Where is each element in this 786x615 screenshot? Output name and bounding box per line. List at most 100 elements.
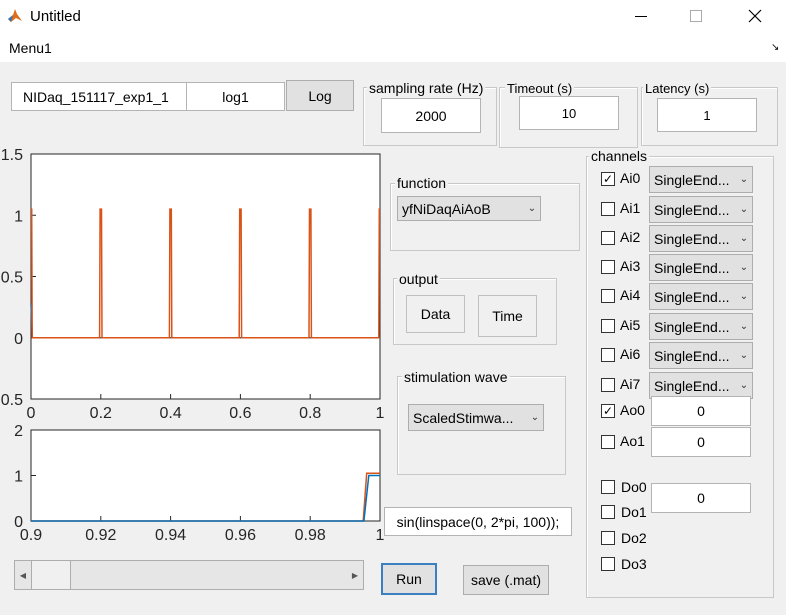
data-button[interactable]: Data <box>406 295 465 333</box>
channel-label-ai0: Ai0 <box>620 170 641 186</box>
channel-mode-select-ai0[interactable]: SingleEnd... ⌄ <box>649 166 753 193</box>
title-bar <box>0 0 786 32</box>
zoom-plot-area <box>30 429 381 522</box>
function-select-value: yfNiDaqAiAoB <box>402 200 491 217</box>
channel-label-do3: Do3 <box>621 556 647 572</box>
chevron-down-icon: ⌄ <box>739 350 749 361</box>
channel-mode-value: SingleEnd... <box>654 230 730 247</box>
dock-arrow-icon[interactable]: ↘ <box>771 42 779 53</box>
ao-value-field-ao0[interactable]: 0 <box>651 396 751 426</box>
channel-label-do0: Do0 <box>621 479 647 495</box>
checkbox-ai1[interactable] <box>601 202 615 216</box>
do-value-field[interactable]: 0 <box>651 483 751 513</box>
slider-left-arrow-icon[interactable]: ◀ <box>15 561 31 589</box>
y-tick-label: 1 <box>14 469 23 486</box>
channel-mode-select-ai7[interactable]: SingleEnd... ⌄ <box>649 372 753 399</box>
chevron-down-icon: ⌄ <box>530 412 540 423</box>
minimize-icon <box>635 15 647 17</box>
function-select[interactable]: yfNiDaqAiAoB ⌄ <box>397 196 541 221</box>
timeout-field[interactable]: 10 <box>519 96 619 130</box>
checkbox-do3[interactable] <box>601 557 615 571</box>
checkbox-ai6[interactable] <box>601 348 615 362</box>
checkbox-do1[interactable] <box>601 505 615 519</box>
y-tick-label: -0.5 <box>0 392 23 409</box>
stimulus-formula-field[interactable]: sin(linspace(0, 2*pi, 100)); <box>384 507 572 536</box>
x-tick-label: 0.4 <box>159 405 181 422</box>
time-slider[interactable]: ◀ ▶ <box>14 560 364 590</box>
menu-bar <box>0 32 786 62</box>
y-tick-label: 0.5 <box>1 270 23 287</box>
checkbox-ai2[interactable] <box>601 231 615 245</box>
checkbox-ao1[interactable] <box>601 435 615 449</box>
channel-label-ai7: Ai7 <box>620 376 641 392</box>
stimulation-wave-select[interactable]: ScaledStimwa... ⌄ <box>408 404 544 431</box>
y-tick-label: 1.5 <box>1 147 23 164</box>
checkbox-do2[interactable] <box>601 531 615 545</box>
channel-mode-value: SingleEnd... <box>654 288 730 305</box>
save-mat-button[interactable]: save (.mat) <box>463 565 549 595</box>
checkbox-do0[interactable] <box>601 480 615 494</box>
x-tick-label: 0 <box>27 405 36 422</box>
x-tick-label: 1 <box>376 405 385 422</box>
y-tick-label: 2 <box>14 425 23 440</box>
chevron-down-icon: ⌄ <box>739 321 749 332</box>
channel-mode-value: SingleEnd... <box>654 201 730 218</box>
chevron-down-icon: ⌄ <box>739 262 749 273</box>
sampling-rate-field[interactable]: 2000 <box>381 98 481 133</box>
latency-label: Latency (s) <box>643 81 712 96</box>
channel-mode-select-ai3[interactable]: SingleEnd... ⌄ <box>649 254 753 281</box>
channel-mode-select-ai2[interactable]: SingleEnd... ⌄ <box>649 225 753 252</box>
checkbox-ao0[interactable]: ✓ <box>601 404 615 418</box>
chevron-down-icon: ⌄ <box>739 380 749 391</box>
close-button[interactable] <box>735 4 775 28</box>
channel-mode-value: SingleEnd... <box>654 171 730 188</box>
log-name-field[interactable]: NIDaq_151117_exp1_1 <box>11 82 187 111</box>
chevron-down-icon: ⌄ <box>739 174 749 185</box>
function-label: function <box>395 175 449 191</box>
ao-value-field-ao1[interactable]: 0 <box>651 427 751 457</box>
menu-item-menu1[interactable]: Menu1 <box>9 40 52 56</box>
minimize-button[interactable] <box>621 4 661 28</box>
channel-label-do1: Do1 <box>621 504 647 520</box>
channel-mode-value: SingleEnd... <box>654 347 730 364</box>
main-plot-area <box>30 153 381 400</box>
checkmark-icon: ✓ <box>602 172 614 186</box>
channel-mode-select-ai5[interactable]: SingleEnd... ⌄ <box>649 313 753 340</box>
chevron-down-icon: ⌄ <box>527 203 537 214</box>
latency-field[interactable]: 1 <box>657 98 757 132</box>
x-tick-label: 0.94 <box>155 527 186 544</box>
x-tick-label: 0.9 <box>20 527 42 544</box>
channel-mode-select-ai4[interactable]: SingleEnd... ⌄ <box>649 283 753 310</box>
checkbox-ai7[interactable] <box>601 378 615 392</box>
slider-thumb[interactable] <box>31 561 71 589</box>
x-tick-label: 0.2 <box>90 405 112 422</box>
channel-label-ai3: Ai3 <box>620 258 641 274</box>
window-title: Untitled <box>30 8 81 25</box>
slider-right-arrow-icon[interactable]: ▶ <box>347 561 363 589</box>
output-label: output <box>397 271 440 287</box>
checkbox-ai4[interactable] <box>601 289 615 303</box>
timeout-label: Timeout (s) <box>505 81 575 96</box>
checkbox-ai5[interactable] <box>601 319 615 333</box>
log-button[interactable]: Log <box>286 80 354 111</box>
x-tick-label: 0.6 <box>229 405 251 422</box>
maximize-button[interactable] <box>676 4 716 28</box>
channel-mode-value: SingleEnd... <box>654 318 730 335</box>
channel-mode-select-ai1[interactable]: SingleEnd... ⌄ <box>649 196 753 223</box>
checkbox-ai3[interactable] <box>601 260 615 274</box>
channel-label-ai1: Ai1 <box>620 200 641 216</box>
run-button[interactable]: Run <box>381 563 437 595</box>
time-button[interactable]: Time <box>478 295 537 337</box>
matlab-logo-icon <box>7 8 23 24</box>
main-plot[interactable]: 1.510.50-0.5 00.20.40.60.81 <box>0 145 392 430</box>
x-tick-label: 0.98 <box>295 527 326 544</box>
channel-label-ai4: Ai4 <box>620 287 641 303</box>
x-tick-label: 0.96 <box>225 527 256 544</box>
checkmark-icon: ✓ <box>602 404 614 418</box>
zoom-plot[interactable]: 210 0.9 0.92 0.94 0.96 0.98 1 <box>0 425 392 550</box>
channel-mode-select-ai6[interactable]: SingleEnd... ⌄ <box>649 342 753 369</box>
chevron-down-icon: ⌄ <box>739 291 749 302</box>
y-tick-label: 0 <box>14 331 23 348</box>
log-field[interactable]: log1 <box>186 82 285 111</box>
checkbox-ai0[interactable]: ✓ <box>601 172 615 186</box>
